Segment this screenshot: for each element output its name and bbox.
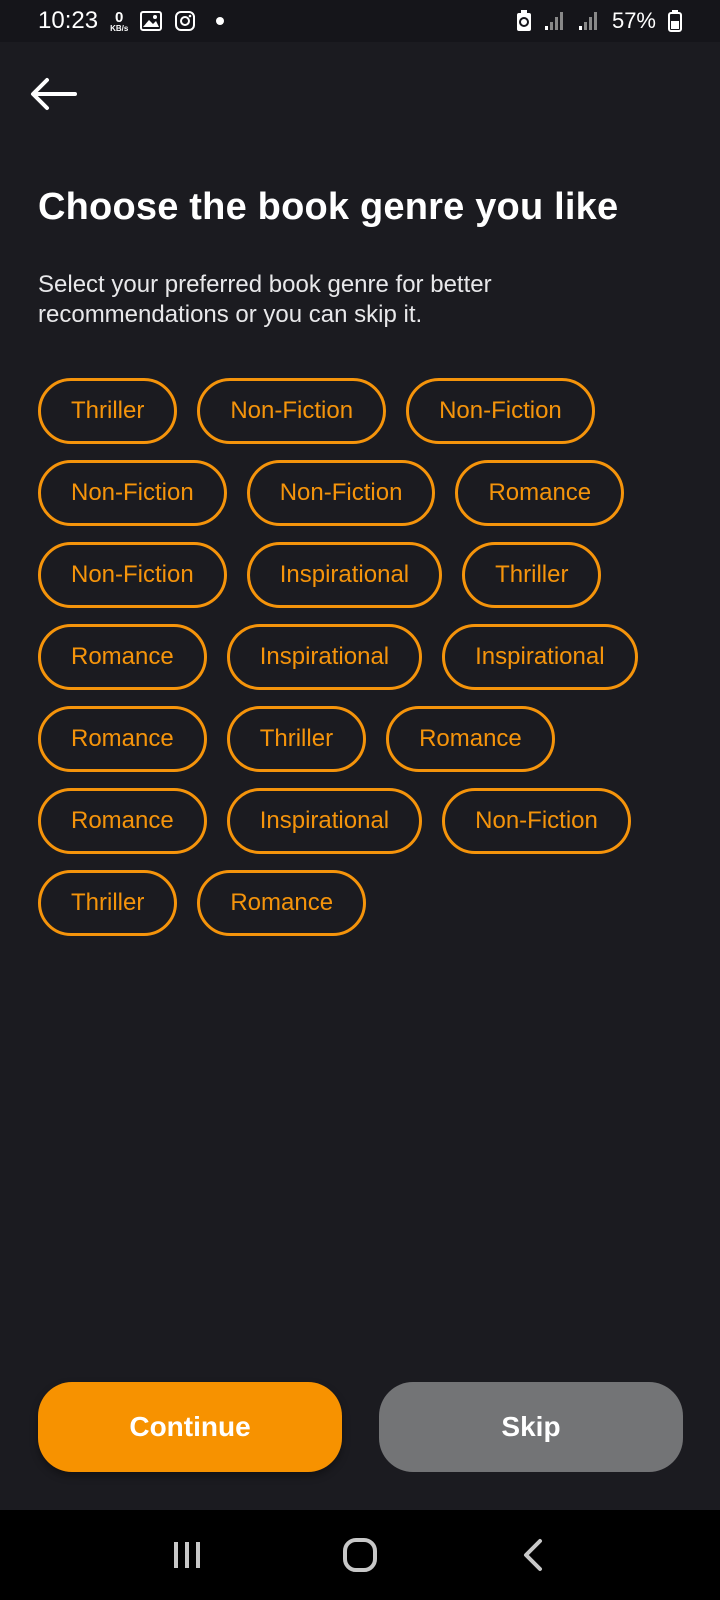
page-subtitle: Select your preferred book genre for bet…: [38, 271, 492, 328]
network-speed-value: 0: [115, 8, 124, 26]
system-nav-bar: [0, 1510, 720, 1600]
genre-chip[interactable]: Romance: [38, 706, 207, 772]
genre-list: Thriller Non-Fiction Non-Fiction Non-Fic…: [38, 378, 688, 936]
home-icon: [342, 1538, 377, 1572]
genre-chip[interactable]: Non-Fiction: [246, 460, 436, 526]
genre-chip[interactable]: Non-Fiction: [38, 460, 227, 526]
status-time: 10:23: [38, 7, 99, 34]
instagram-icon: [174, 10, 196, 32]
recent-apps-button[interactable]: [157, 1525, 217, 1585]
back-nav-icon: [524, 1539, 543, 1571]
genre-chip[interactable]: Non-Fiction: [197, 378, 387, 444]
status-left: 10:23 0 KB/s: [38, 7, 225, 35]
recent-apps-icon: [173, 1542, 200, 1568]
status-bar: 10:23 0 KB/s 57%: [0, 0, 720, 42]
battery-icon: [668, 10, 682, 32]
network-speed-unit: KB/s: [110, 23, 129, 33]
genre-chip[interactable]: Non-Fiction: [442, 788, 631, 854]
genre-chip[interactable]: Inspirational: [246, 542, 443, 608]
notification-dot: [216, 17, 225, 25]
battery-saver-icon: [516, 10, 532, 32]
signal-icon: [578, 11, 600, 31]
image-icon: [140, 11, 163, 31]
page-title: Choose the book genre you like: [38, 186, 619, 228]
status-right: 57%: [516, 8, 682, 34]
back-button[interactable]: [26, 72, 80, 116]
genre-chip[interactable]: Inspirational: [442, 624, 638, 690]
continue-button[interactable]: Continue: [38, 1382, 342, 1472]
genre-chip[interactable]: Romance: [197, 870, 367, 936]
back-nav-button[interactable]: [503, 1525, 563, 1585]
genre-chip[interactable]: Non-Fiction: [406, 378, 595, 444]
home-button[interactable]: [330, 1525, 390, 1585]
battery-percentage: 57%: [611, 8, 656, 33]
genre-chip[interactable]: Non-Fiction: [38, 542, 227, 608]
genre-selection-screen: 10:23 0 KB/s 57% Choose the book genre y…: [0, 0, 720, 1600]
genre-chip[interactable]: Romance: [38, 788, 207, 854]
genre-chip[interactable]: Romance: [38, 624, 207, 690]
arrow-left-icon: [31, 78, 77, 110]
genre-chip[interactable]: Romance: [386, 706, 555, 772]
genre-chip[interactable]: Inspirational: [226, 788, 423, 854]
genre-chip[interactable]: Thriller: [38, 378, 178, 444]
genre-chip[interactable]: Thriller: [38, 870, 178, 936]
genre-chip[interactable]: Thriller: [462, 542, 602, 608]
genre-chip[interactable]: Inspirational: [226, 624, 423, 690]
skip-button[interactable]: Skip: [379, 1382, 683, 1472]
signal-icon: [544, 11, 566, 31]
network-speed: 0 KB/s: [110, 10, 128, 33]
genre-chip[interactable]: Thriller: [226, 706, 367, 772]
genre-chip[interactable]: Romance: [455, 460, 625, 526]
